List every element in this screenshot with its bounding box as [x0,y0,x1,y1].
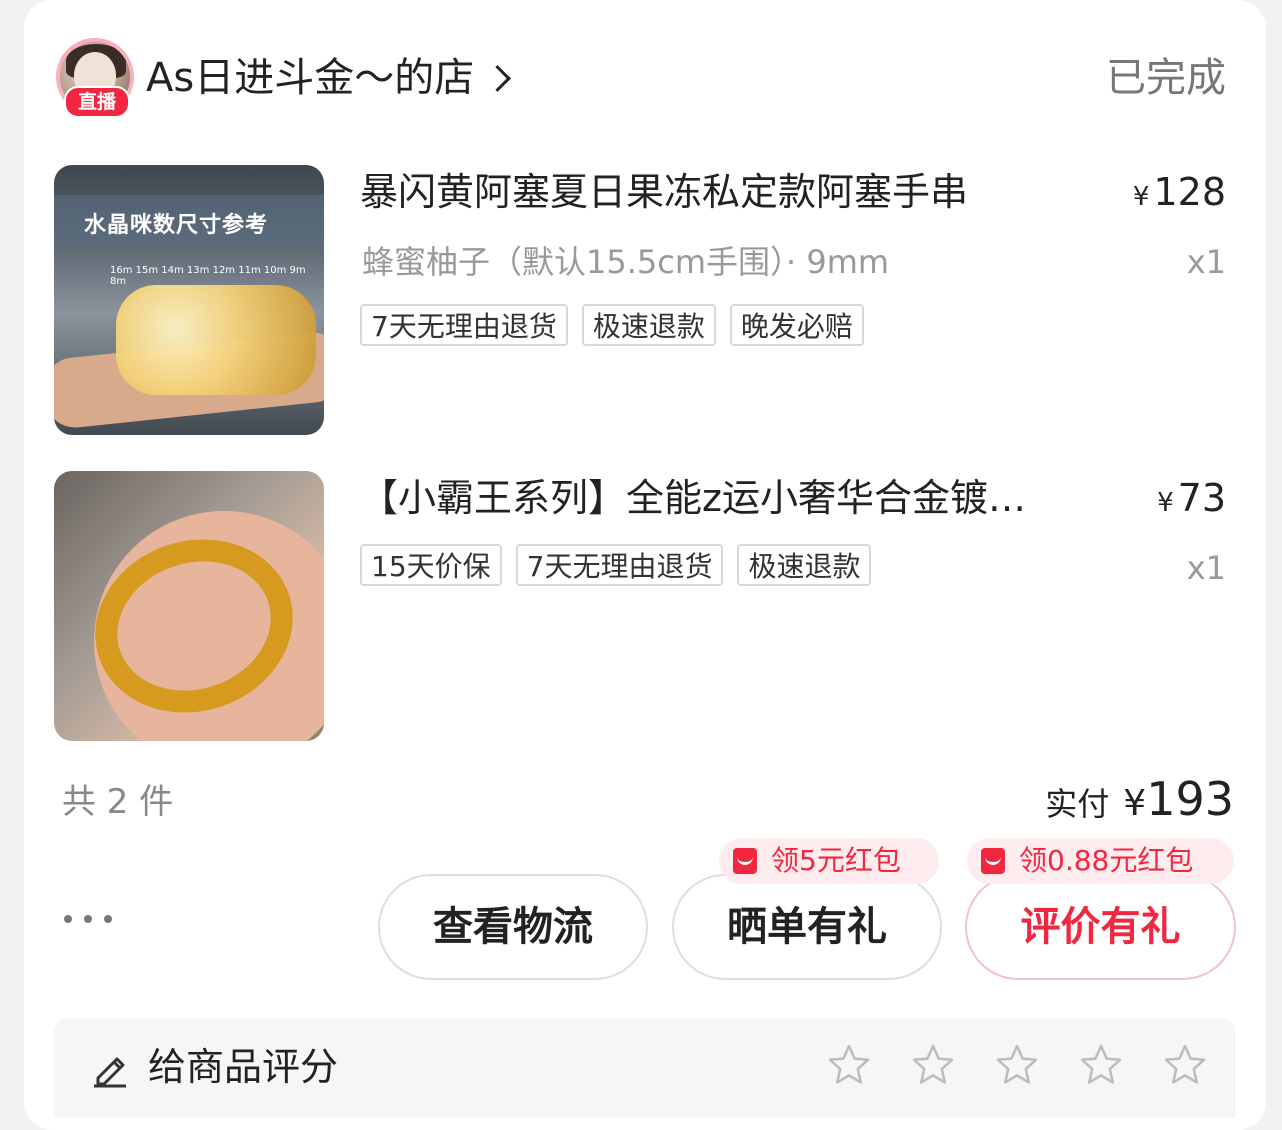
image-caption: 水晶咪数尺寸参考 [84,213,269,238]
service-tag: 晚发必赔 [729,304,864,346]
red-envelope-icon [981,848,1005,874]
star-icon[interactable] [1078,1042,1124,1088]
share-order-button[interactable]: 晒单有礼 [672,874,942,980]
item-qty-1: x1 [1186,243,1226,281]
service-tag: 7天无理由退货 [515,544,724,586]
price-value: 128 [1153,170,1226,214]
star-icon[interactable] [994,1042,1040,1088]
rating-label: 给商品评分 [148,1045,339,1089]
star-icon[interactable] [1162,1042,1208,1088]
paid-total: 实付 ¥ 193 [1045,772,1234,826]
paid-amount: 193 [1146,772,1234,826]
chevron-right-icon [484,64,512,92]
item-title-1[interactable]: 暴闪黄阿塞夏日果冻私定款阿塞手串 [360,166,1060,218]
rating-bar: 给商品评分 [54,1018,1236,1118]
coupon-label: 领5元红包 [771,844,901,877]
share-coupon-badge[interactable]: 领5元红包 [719,838,939,884]
item-title-2[interactable]: 【小霸王系列】全能z运小奢华合金镀… [360,472,1090,524]
service-tag: 极速退款 [581,304,716,346]
live-badge: 直播 [64,86,130,118]
dot-icon [104,915,112,923]
image-beads [116,285,316,395]
paid-currency: ¥ [1123,783,1147,824]
coupon-label: 领0.88元红包 [1019,844,1194,877]
service-tag: 极速退款 [737,544,872,586]
product-image-2[interactable] [54,471,324,741]
star-icon[interactable] [910,1042,956,1088]
star-rating[interactable] [826,1042,1208,1088]
pencil-icon [94,1057,126,1088]
price-value: 73 [1177,476,1226,520]
currency-symbol: ¥ [1132,182,1150,212]
item-tags-1: 7天无理由退货 极速退款 晚发必赔 [360,304,864,346]
shop-name-link[interactable]: As日进斗金～的店 [146,52,512,104]
review-coupon-badge[interactable]: 领0.88元红包 [967,838,1234,884]
item-price-1: ¥128 [1133,166,1226,223]
shop-name-label: As日进斗金～的店 [146,55,475,101]
currency-symbol: ¥ [1157,488,1174,518]
more-options-button[interactable] [64,915,112,923]
item-qty-2: x1 [1186,549,1226,587]
image-size-marks: 16m 15m 14m 13m 12m 11m 10m 9m 8m [110,265,306,287]
view-logistics-button[interactable]: 查看物流 [378,874,648,980]
item-price-2: ¥73 [1157,472,1226,529]
service-tag: 15天价保 [360,544,502,586]
review-button[interactable]: 评价有礼 [965,874,1236,980]
item-spec-1: 蜂蜜柚子（默认15.5cm手围）· 9mm [362,243,890,281]
dot-icon [84,915,92,923]
star-icon[interactable] [826,1042,872,1088]
order-status: 已完成 [1106,55,1226,101]
service-tag: 7天无理由退货 [360,304,568,346]
paid-label: 实付 [1045,785,1110,823]
red-envelope-icon [733,848,757,874]
item-tags-2: 15天价保 7天无理由退货 极速退款 [360,544,872,586]
dot-icon [64,915,72,923]
product-image-1[interactable]: 水晶咪数尺寸参考 16m 15m 14m 13m 12m 11m 10m 9m … [54,165,324,435]
item-count: 共 2 件 [62,782,174,822]
